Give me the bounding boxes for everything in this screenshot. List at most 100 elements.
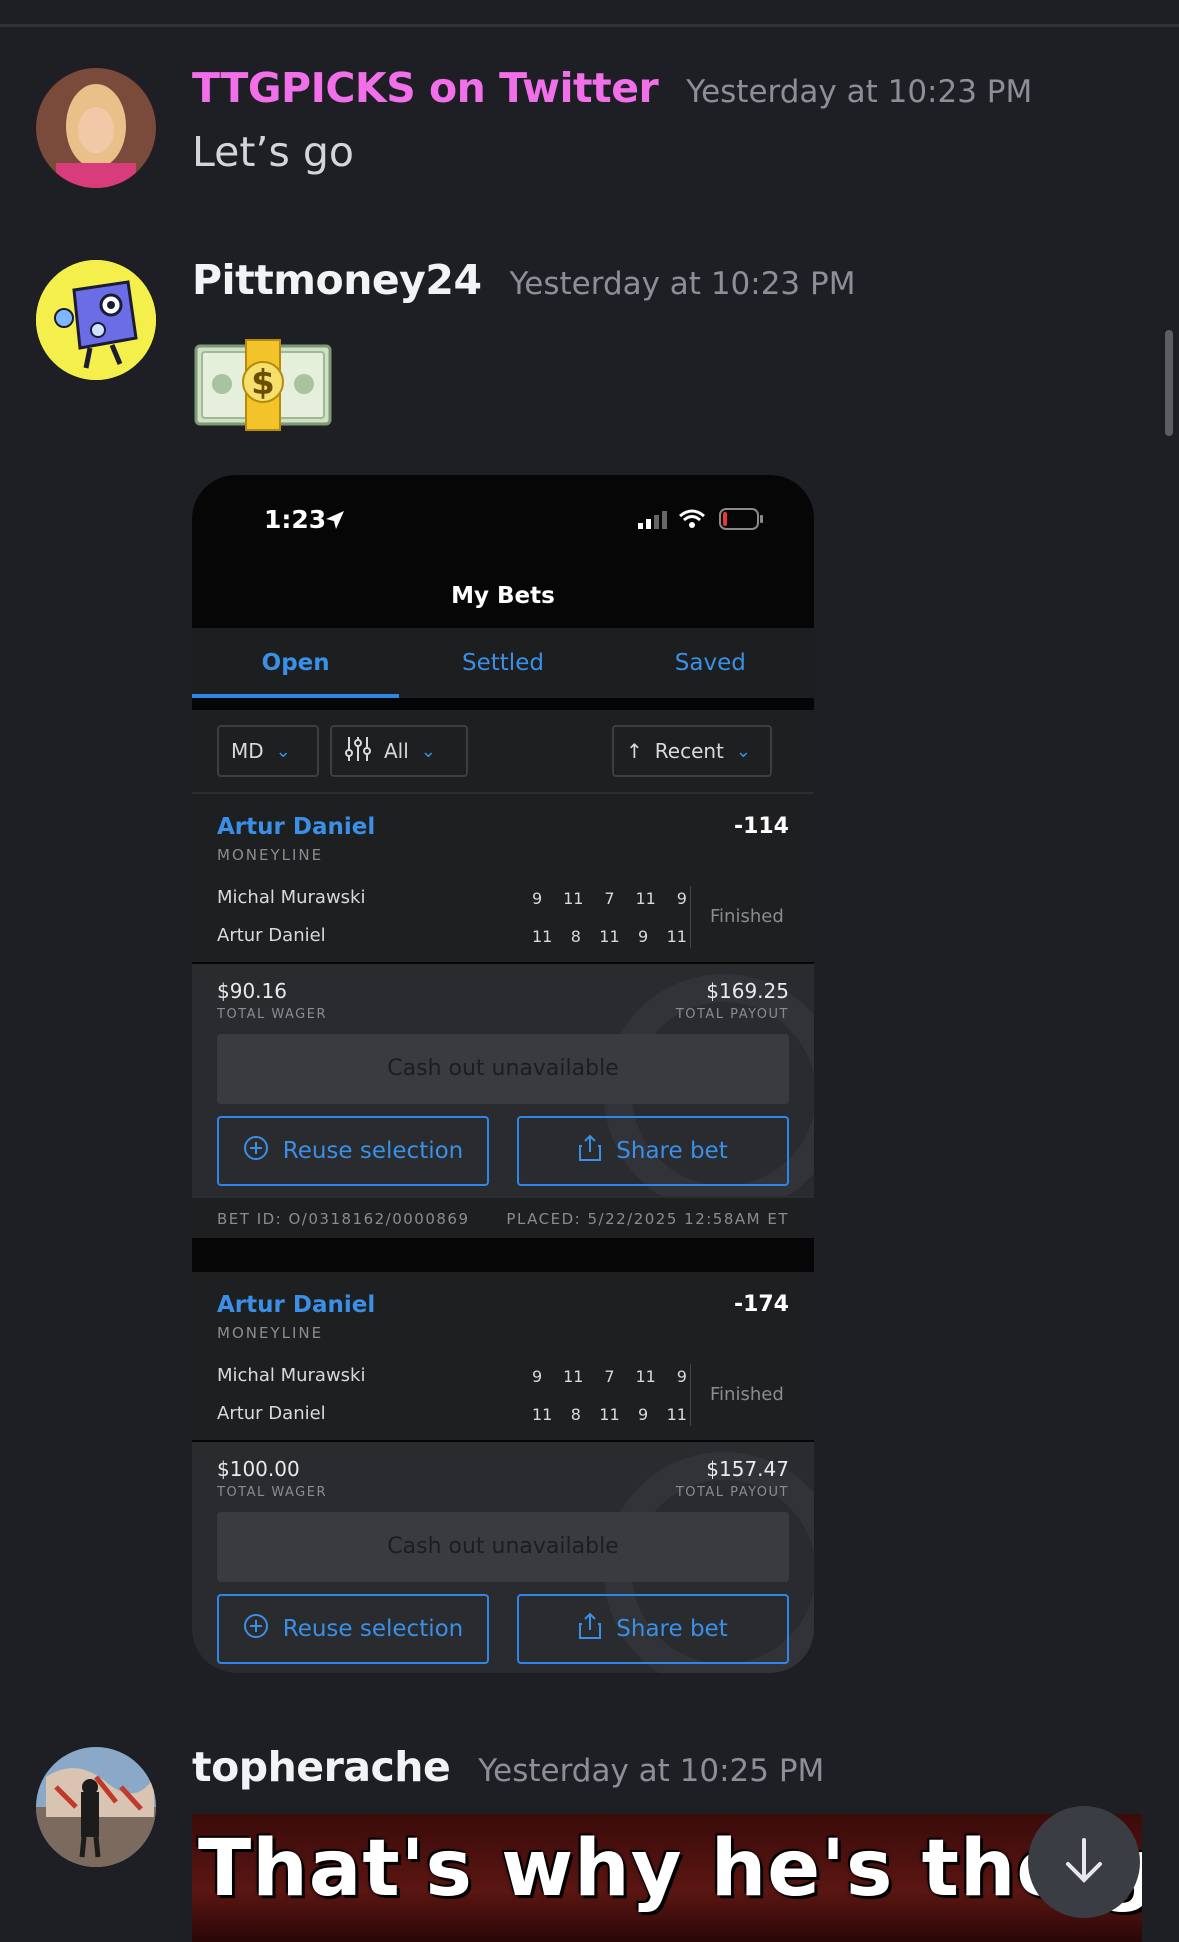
game-score: 8 — [570, 1405, 581, 1424]
bet-tabs: Open Settled Saved — [192, 628, 814, 698]
sport-filter-dropdown[interactable]: All ⌄ — [330, 725, 468, 777]
match-status: Finished — [710, 1384, 784, 1405]
cash-out-button[interactable]: Cash out unavailable — [217, 1034, 789, 1104]
game-score: 11 — [532, 927, 553, 946]
game-score: 11 — [563, 889, 584, 908]
game-score: 8 — [570, 927, 581, 946]
message-timestamp: Yesterday at 10:25 PM — [478, 1753, 825, 1789]
game-score: 11 — [599, 1405, 620, 1424]
phone-page-title: My Bets — [451, 583, 555, 609]
player-name: Artur Daniel — [217, 1403, 326, 1424]
bet-type: MONEYLINE — [217, 1324, 324, 1342]
battery-icon — [719, 508, 765, 534]
game-score: 7 — [604, 889, 615, 908]
tab-settled[interactable]: Settled — [399, 628, 606, 698]
avatar-ttgpicks[interactable] — [36, 68, 156, 188]
player-scores: 11 8 11 9 11 — [532, 1405, 687, 1424]
game-score: 9 — [532, 1367, 543, 1386]
game-score: 7 — [604, 1367, 615, 1386]
chevron-down-icon: ⌄ — [735, 740, 751, 762]
bet-odds: -114 — [733, 814, 789, 839]
total-payout: $157.47 — [706, 1457, 789, 1481]
total-payout-label: TOTAL PAYOUT — [675, 1485, 789, 1500]
divider — [690, 886, 691, 948]
phone-status-bar: 1:23 — [192, 475, 814, 575]
cash-out-button[interactable]: Cash out unavailable — [217, 1512, 789, 1582]
avatar-topherache[interactable] — [36, 1747, 156, 1867]
scrollbar-thumb[interactable] — [1165, 330, 1173, 436]
bet-type: MONEYLINE — [217, 846, 324, 864]
bet-card: Artur Daniel MONEYLINE -174 Michal Muraw… — [192, 1272, 814, 1440]
svg-text:$: $ — [251, 363, 275, 403]
share-bet-button[interactable]: Share bet — [517, 1594, 789, 1664]
total-payout: $169.25 — [706, 979, 789, 1003]
meme-image[interactable]: That's why he's the go — [192, 1814, 1142, 1942]
bet-id: BET ID: O/0318162/0000869 — [217, 1210, 470, 1228]
game-score: 11 — [635, 889, 656, 908]
sliders-icon — [344, 735, 372, 768]
game-score: 9 — [532, 889, 543, 908]
game-score: 11 — [599, 927, 620, 946]
plus-circle-icon — [243, 1135, 269, 1167]
message-text: Let’s go — [192, 128, 354, 176]
location-arrow-icon — [324, 509, 346, 535]
chevron-down-icon: ⌄ — [275, 740, 291, 762]
plus-circle-icon — [243, 1613, 269, 1645]
top-divider — [0, 24, 1179, 27]
game-score: 11 — [666, 927, 687, 946]
meme-caption: That's why he's the go — [198, 1824, 1142, 1914]
game-score: 11 — [635, 1367, 656, 1386]
filter-bar: MD ⌄ All ⌄ ↑ Recent ⌄ — [192, 710, 814, 794]
player-name: Artur Daniel — [217, 925, 326, 946]
reuse-selection-button[interactable]: Reuse selection — [217, 1116, 489, 1186]
sport-filter-label: All — [384, 739, 409, 763]
author-name[interactable]: TTGPICKS on Twitter — [192, 64, 659, 112]
avatar-pittmoney24[interactable] — [36, 260, 156, 380]
game-score: 11 — [563, 1367, 584, 1386]
share-icon — [578, 1612, 602, 1646]
bet-selection[interactable]: Artur Daniel — [217, 814, 375, 840]
player-name: Michal Murawski — [217, 887, 366, 908]
share-icon — [578, 1134, 602, 1168]
bet-selection[interactable]: Artur Daniel — [217, 1292, 375, 1318]
phone-time: 1:23 — [264, 505, 327, 534]
game-score: 9 — [676, 1367, 687, 1386]
share-bet-label: Share bet — [616, 1138, 728, 1164]
message-timestamp: Yesterday at 10:23 PM — [686, 74, 1033, 110]
author-name[interactable]: topherache — [192, 1743, 451, 1791]
message-timestamp: Yesterday at 10:23 PM — [509, 266, 856, 302]
share-bet-label: Share bet — [616, 1616, 728, 1642]
reuse-selection-label: Reuse selection — [282, 1138, 464, 1164]
sort-label: Recent — [654, 739, 724, 763]
game-score: 11 — [666, 1405, 687, 1424]
player-scores: 11 8 11 9 11 — [532, 927, 687, 946]
game-score: 11 — [532, 1405, 553, 1424]
bet-placed-date: PLACED: 5/22/2025 12:58AM ET — [506, 1210, 789, 1228]
sort-dropdown[interactable]: ↑ Recent ⌄ — [612, 725, 772, 777]
chevron-down-icon: ⌄ — [420, 740, 436, 762]
total-wager-label: TOTAL WAGER — [217, 1485, 328, 1500]
total-wager: $100.00 — [217, 1457, 300, 1481]
wifi-icon — [679, 508, 705, 534]
payout-section: $100.00 TOTAL WAGER $157.47 TOTAL PAYOUT… — [192, 1442, 814, 1673]
divider — [690, 1364, 691, 1426]
match-status: Finished — [710, 906, 784, 927]
bet-screenshot-image[interactable]: 1:23 My Bets Open Settled Saved MD ⌄ All… — [192, 475, 814, 1673]
total-wager: $90.16 — [217, 979, 287, 1003]
jump-to-latest-button[interactable] — [1028, 1806, 1140, 1918]
reuse-selection-label: Reuse selection — [282, 1616, 464, 1642]
share-bet-button[interactable]: Share bet — [517, 1116, 789, 1186]
player-scores: 9 11 7 11 9 — [532, 889, 687, 908]
total-wager-label: TOTAL WAGER — [217, 1007, 328, 1022]
money-emoji-icon: $ — [192, 332, 334, 432]
signal-icon — [638, 511, 668, 533]
player-name: Michal Murawski — [217, 1365, 366, 1386]
bet-id-row: BET ID: O/0318162/0000869 PLACED: 5/22/2… — [192, 1196, 814, 1238]
author-name[interactable]: Pittmoney24 — [192, 256, 482, 304]
tab-saved[interactable]: Saved — [607, 628, 814, 698]
reuse-selection-button[interactable]: Reuse selection — [217, 1594, 489, 1664]
sort-arrow-up-icon: ↑ — [626, 739, 643, 763]
bet-card: Artur Daniel MONEYLINE -114 Michal Muraw… — [192, 794, 814, 962]
state-filter-dropdown[interactable]: MD ⌄ — [217, 725, 319, 777]
tab-open[interactable]: Open — [192, 628, 400, 698]
